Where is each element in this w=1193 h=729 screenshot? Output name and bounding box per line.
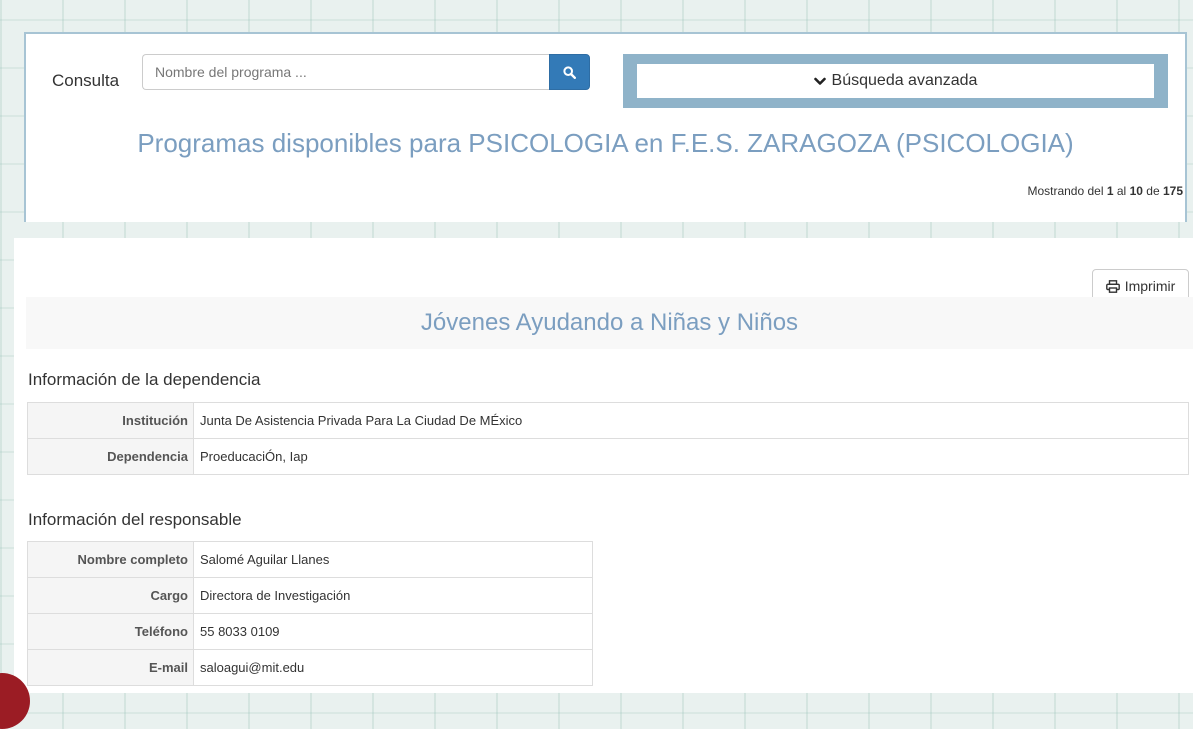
page-title: Programas disponibles para PSICOLOGIA en… <box>137 128 1074 158</box>
dependency-section-heading: Información de la dependencia <box>28 370 261 389</box>
table-value: Salomé Aguilar Llanes <box>193 541 593 578</box>
advanced-search-button[interactable]: Búsqueda avanzada <box>637 64 1154 98</box>
responsible-section-heading: Información del responsable <box>28 510 242 529</box>
table-row: Teléfono 55 8033 0109 <box>27 613 593 650</box>
table-value: 55 8033 0109 <box>193 613 593 650</box>
results-middle: al <box>1116 184 1127 198</box>
results-of: de <box>1146 184 1160 198</box>
results-prefix: Mostrando del <box>1027 184 1104 198</box>
program-title: Jóvenes Ayudando a Niñas y Niños <box>420 309 799 336</box>
program-title-band: Jóvenes Ayudando a Niñas y Niños <box>26 297 1193 349</box>
chevron-down-icon <box>813 77 826 85</box>
table-value: saloagui@mit.edu <box>193 649 593 686</box>
table-key: Teléfono <box>27 613 194 650</box>
table-key: Cargo <box>27 577 194 614</box>
search-button[interactable] <box>549 54 590 90</box>
search-panel: Consulta Búsqueda avanzada Programas dis… <box>24 32 1187 222</box>
table-row: Nombre completo Salomé Aguilar Llanes <box>27 541 593 578</box>
results-from: 1 <box>1106 184 1114 198</box>
results-total: 175 <box>1162 184 1183 198</box>
table-key: E-mail <box>27 649 194 686</box>
search-icon <box>563 65 576 79</box>
results-count: Mostrando del 1 al 10 de 175 <box>1027 184 1183 198</box>
table-key: Dependencia <box>27 438 194 475</box>
table-row: Institución Junta De Asistencia Privada … <box>27 402 1189 439</box>
dependency-table: Institución Junta De Asistencia Privada … <box>27 402 1189 475</box>
printer-icon <box>1105 279 1120 293</box>
program-detail-panel: Imprimir Jóvenes Ayudando a Niñas y Niño… <box>14 238 1193 693</box>
table-value: Junta De Asistencia Privada Para La Ciud… <box>193 402 1189 439</box>
results-to: 10 <box>1129 184 1143 198</box>
table-row: Dependencia ProeducaciÓn, Iap <box>27 438 1189 475</box>
table-value: Directora de Investigación <box>193 577 593 614</box>
table-key: Institución <box>27 402 194 439</box>
advanced-search-label: Búsqueda avanzada <box>831 72 978 89</box>
table-row: E-mail saloagui@mit.edu <box>27 649 593 686</box>
table-row: Cargo Directora de Investigación <box>27 577 593 614</box>
print-label: Imprimir <box>1124 278 1176 294</box>
search-input[interactable] <box>142 54 551 90</box>
advanced-search-frame: Búsqueda avanzada <box>623 54 1168 108</box>
search-label: Consulta <box>52 71 120 90</box>
table-value: ProeducaciÓn, Iap <box>193 438 1189 475</box>
responsible-table: Nombre completo Salomé Aguilar Llanes Ca… <box>27 541 593 686</box>
table-key: Nombre completo <box>27 541 194 578</box>
